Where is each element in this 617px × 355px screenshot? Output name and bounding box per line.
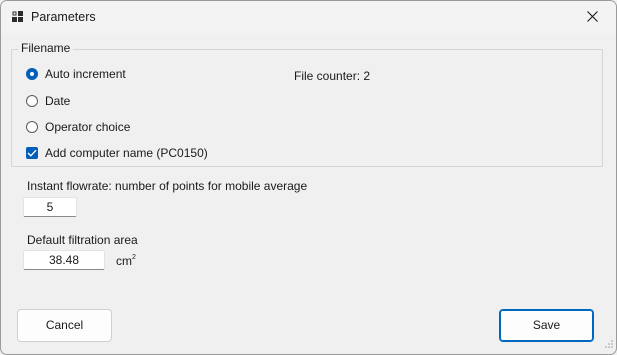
radio-operator-choice[interactable]: Operator choice — [26, 118, 130, 136]
flowrate-input[interactable]: 5 — [23, 197, 77, 217]
resize-grip-icon[interactable] — [605, 337, 613, 351]
radio-indicator[interactable] — [26, 68, 38, 80]
title-bar[interactable]: Parameters — [1, 1, 616, 33]
checkmark-icon — [27, 149, 37, 157]
filtration-area-unit: cm2 — [116, 254, 136, 268]
close-icon — [587, 11, 598, 22]
save-button[interactable]: Save — [499, 309, 594, 342]
parameters-dialog: Parameters Filename Auto increment Date … — [0, 0, 617, 355]
flowrate-label: Instant flowrate: number of points for m… — [27, 179, 308, 193]
checkbox-label: Add computer name (PC0150) — [45, 146, 208, 160]
radio-indicator[interactable] — [26, 95, 38, 107]
filtration-area-label: Default filtration area — [27, 233, 138, 247]
radio-label: Operator choice — [45, 120, 131, 134]
close-button[interactable] — [570, 1, 616, 33]
add-computer-name-checkbox[interactable]: Add computer name (PC0150) — [26, 144, 208, 162]
checkbox-indicator[interactable] — [26, 147, 38, 159]
unit-exponent: 2 — [132, 254, 136, 261]
radio-label: Auto increment — [45, 67, 126, 81]
filtration-area-input[interactable]: 38.48 — [23, 250, 105, 270]
window-title: Parameters — [31, 10, 96, 24]
app-window-icon — [12, 11, 24, 23]
file-counter-label: File counter: 2 — [294, 69, 371, 83]
radio-date[interactable]: Date — [26, 92, 70, 110]
unit-text: cm — [116, 254, 132, 268]
filename-group-legend: Filename — [18, 41, 74, 55]
radio-indicator[interactable] — [26, 121, 38, 133]
radio-auto-increment[interactable]: Auto increment — [26, 65, 126, 83]
radio-label: Date — [45, 94, 71, 108]
cancel-button[interactable]: Cancel — [17, 309, 112, 342]
